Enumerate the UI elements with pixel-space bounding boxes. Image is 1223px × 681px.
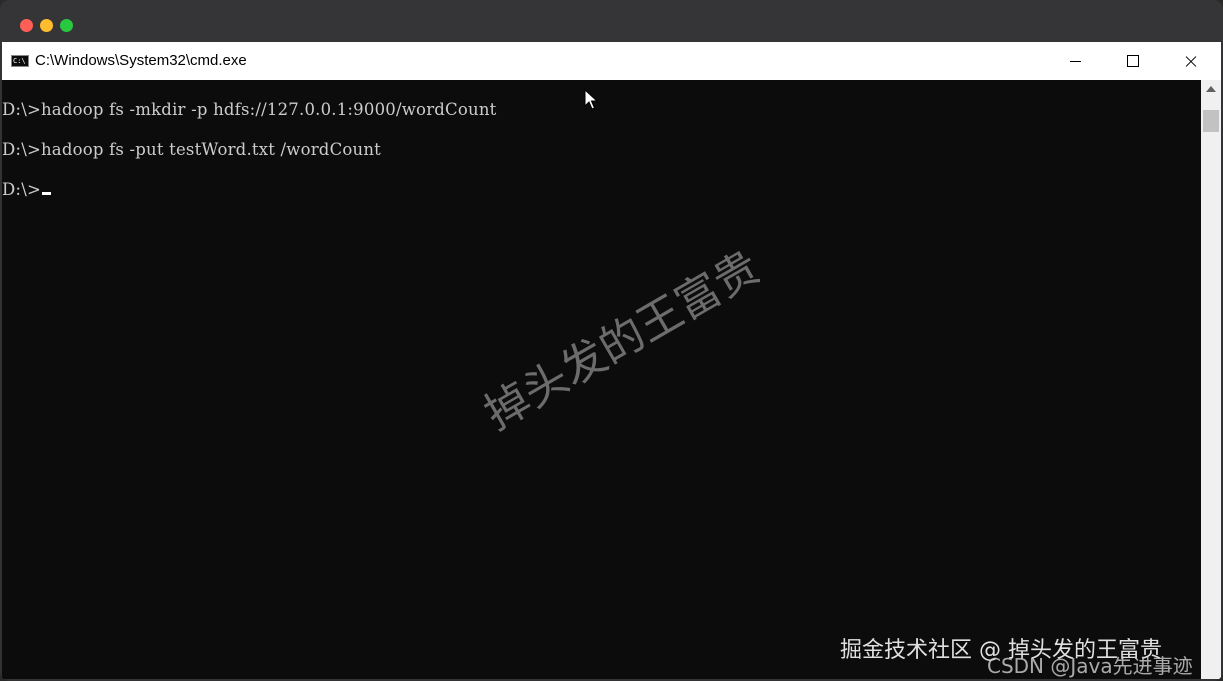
minimize-icon — [1069, 60, 1081, 62]
mac-minimize-button[interactable] — [40, 19, 53, 32]
window-title: C:\Windows\System32\cmd.exe — [35, 52, 247, 69]
outer-frame: C:\ C:\Windows\System32\cmd.exe D:\>hado… — [0, 0, 1223, 681]
console-prompt-line[interactable]: D:\> — [2, 180, 51, 199]
cmd-icon: C:\ — [11, 55, 29, 67]
console-line: D:\>hadoop fs -mkdir -p hdfs://127.0.0.1… — [2, 100, 497, 119]
vertical-scrollbar[interactable] — [1201, 80, 1221, 679]
mac-titlebar — [0, 0, 1223, 42]
scroll-up-arrow-icon[interactable] — [1206, 86, 1216, 92]
mouse-pointer-icon — [584, 89, 598, 110]
mac-zoom-button[interactable] — [60, 19, 73, 32]
console-line-text: D:\>hadoop fs -put testWord.txt /wordCou… — [2, 140, 382, 159]
close-icon — [1184, 54, 1198, 68]
window-titlebar[interactable]: C:\ C:\Windows\System32\cmd.exe — [2, 42, 1221, 81]
console-line: D:\>hadoop fs -put testWord.txt /wordCou… — [2, 140, 381, 159]
csdn-watermark: CSDN @Java先进事迹 — [987, 654, 1193, 678]
console-prompt: D:\> — [2, 180, 41, 199]
mac-close-button[interactable] — [20, 19, 33, 32]
console-line-text: D:\>hadoop fs -mkdir -p hdfs://127.0.0.1… — [2, 100, 497, 119]
close-button[interactable] — [1162, 42, 1220, 80]
maximize-icon — [1127, 55, 1139, 67]
minimize-button[interactable] — [1046, 42, 1104, 80]
maximize-button[interactable] — [1104, 42, 1162, 80]
scroll-thumb[interactable] — [1203, 110, 1219, 132]
text-caret — [41, 192, 51, 195]
